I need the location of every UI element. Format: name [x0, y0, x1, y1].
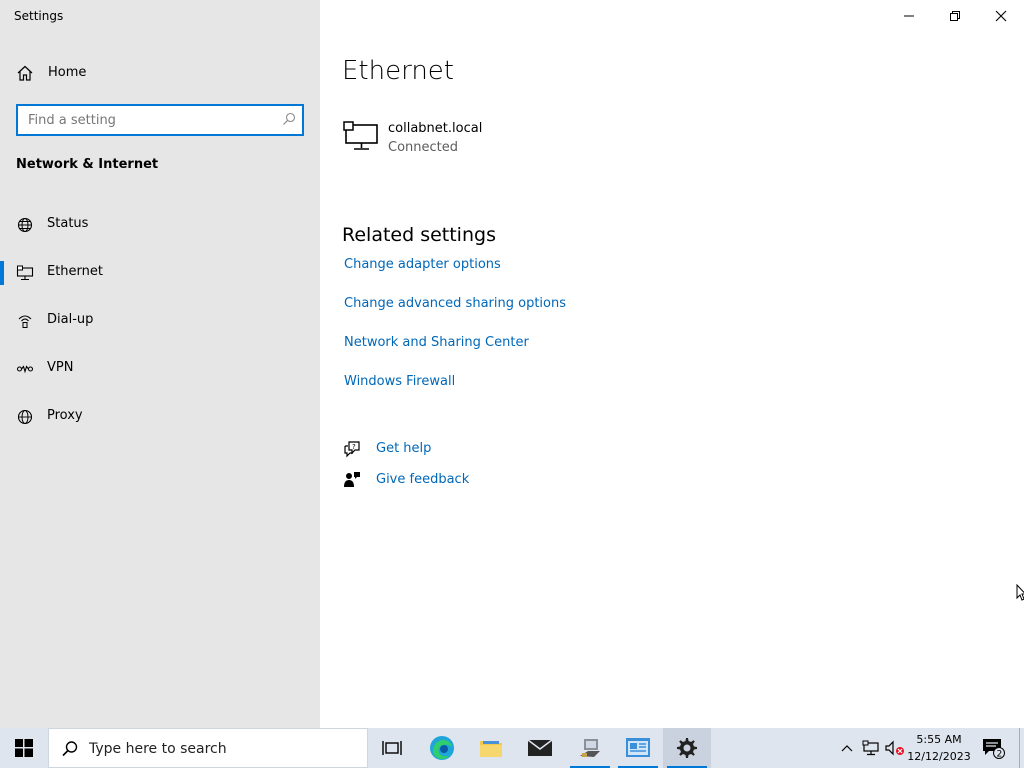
show-desktop-button[interactable] — [1019, 728, 1024, 768]
minimize-icon — [904, 15, 914, 17]
sidebar: Settings Home Network & Internet Status … — [0, 0, 320, 728]
sidebar-item-vpn[interactable]: VPN — [0, 349, 320, 389]
clock-time: 5:55 AM — [916, 733, 962, 746]
sidebar-item-label: Home — [48, 65, 87, 80]
mail-icon — [527, 739, 553, 756]
change-advanced-sharing-link[interactable]: Change advanced sharing options — [344, 296, 566, 311]
dial-up-icon — [18, 315, 32, 328]
file-explorer-button[interactable] — [467, 728, 515, 768]
volume-tray-button[interactable] — [884, 728, 906, 768]
restore-icon — [950, 11, 960, 21]
home-icon — [17, 65, 33, 81]
gear-icon — [677, 738, 697, 758]
restore-button[interactable] — [932, 0, 978, 32]
settings-app-button[interactable] — [663, 728, 711, 768]
feedback-icon — [344, 472, 360, 487]
globe-icon — [17, 217, 33, 233]
sidebar-item-home[interactable]: Home — [0, 58, 320, 88]
ethernet-tray-icon — [862, 740, 879, 756]
network-name[interactable]: collabnet.local — [388, 121, 482, 136]
network-status: Connected — [388, 140, 459, 155]
start-button[interactable] — [0, 728, 48, 768]
edge-button[interactable] — [418, 728, 466, 768]
clock-date: 12/12/2023 — [907, 750, 971, 763]
get-help-label: Get help — [376, 441, 432, 456]
windows-logo-icon — [15, 739, 33, 757]
mouse-cursor-icon — [1016, 584, 1024, 601]
task-view-button[interactable] — [368, 728, 416, 768]
sidebar-item-dial-up[interactable]: Dial-up — [0, 301, 320, 341]
vpn-icon — [16, 365, 34, 374]
show-hidden-icons-button[interactable] — [838, 728, 856, 768]
app-title: Settings — [14, 9, 64, 23]
chat-help-icon: ? — [344, 441, 360, 458]
sidebar-item-label: Proxy — [47, 408, 83, 423]
section-title: Network & Internet — [16, 157, 159, 172]
active-indicator — [0, 261, 4, 285]
ethernet-icon — [16, 265, 34, 281]
network-computer-icon — [580, 739, 600, 757]
edge-icon — [430, 736, 454, 760]
sidebar-item-ethernet[interactable]: Ethernet — [0, 253, 320, 293]
search-box — [16, 104, 304, 136]
taskbar-search-placeholder: Type here to search — [89, 741, 227, 757]
sidebar-item-label: Status — [47, 216, 89, 231]
sidebar-item-label: Dial-up — [47, 312, 94, 327]
network-tray-button[interactable] — [860, 728, 882, 768]
notification-icon: 2 — [983, 739, 1005, 760]
close-button[interactable] — [978, 0, 1024, 32]
change-adapter-options-link[interactable]: Change adapter options — [344, 257, 501, 272]
give-feedback-label: Give feedback — [376, 472, 470, 487]
search-input[interactable] — [18, 106, 276, 134]
search-icon[interactable] — [282, 112, 296, 126]
mail-button[interactable] — [516, 728, 564, 768]
action-center-button[interactable]: 2 — [978, 728, 1008, 768]
notification-count: 2 — [997, 750, 1003, 760]
sidebar-item-label: Ethernet — [47, 264, 103, 279]
related-settings-title: Related settings — [342, 224, 496, 246]
page-title: Ethernet — [342, 56, 454, 86]
folder-icon — [480, 741, 502, 757]
chevron-up-icon — [841, 745, 853, 752]
ethernet-network-icon[interactable] — [343, 121, 379, 151]
minimize-button[interactable] — [886, 0, 932, 32]
taskbar-search-box[interactable]: Type here to search — [48, 728, 368, 768]
control-panel-icon — [626, 738, 650, 757]
taskbar: Type here to search 5:55 AM 12/12/2023 2 — [0, 728, 1024, 768]
globe-icon — [17, 409, 33, 425]
windows-firewall-link[interactable]: Windows Firewall — [344, 374, 455, 389]
network-sharing-center-link[interactable]: Network and Sharing Center — [344, 335, 529, 350]
control-panel-button[interactable] — [614, 728, 662, 768]
task-view-icon — [382, 741, 402, 755]
sidebar-item-label: VPN — [47, 360, 74, 375]
svg-text:?: ? — [352, 443, 356, 451]
sidebar-item-status[interactable]: Status — [0, 205, 320, 245]
search-icon — [62, 741, 78, 757]
close-icon — [995, 10, 1007, 22]
sidebar-item-proxy[interactable]: Proxy — [0, 397, 320, 437]
system-clock[interactable]: 5:55 AM 12/12/2023 — [906, 731, 972, 765]
volume-muted-icon — [885, 740, 904, 756]
network-app-button[interactable] — [566, 728, 614, 768]
